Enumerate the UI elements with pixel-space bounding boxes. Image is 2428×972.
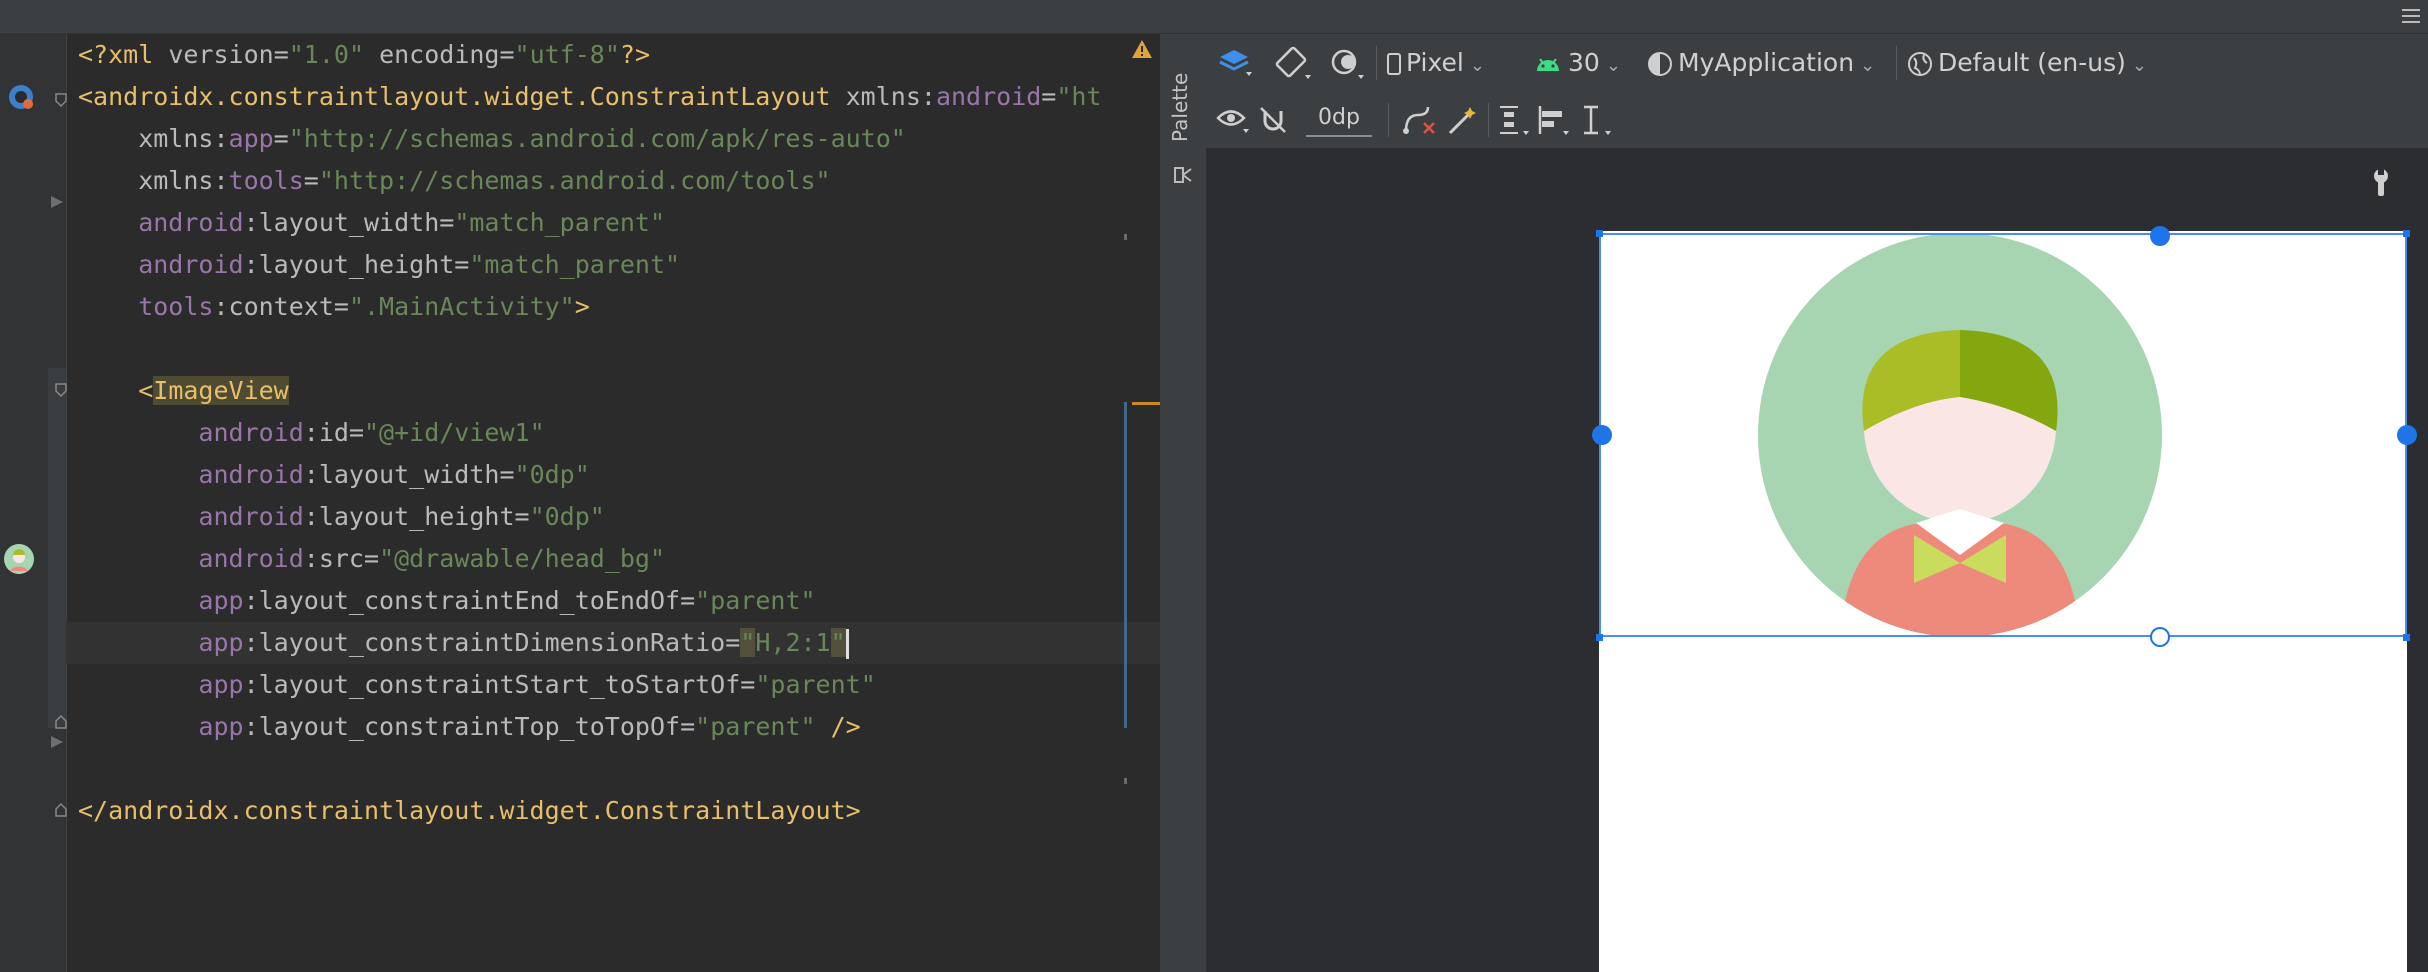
code-line-11[interactable]: android:layout_width="0dp" xyxy=(78,454,589,496)
compose-gutter-icon[interactable] xyxy=(6,82,36,112)
toolbar-separator xyxy=(1388,103,1389,137)
code-line-7[interactable]: tools:context=".MainActivity"> xyxy=(78,286,590,328)
design-toolbar-constraints: 0dp xyxy=(1206,91,2428,149)
chevron-down-icon: ⌄ xyxy=(1605,55,1621,76)
guidelines-icon[interactable] xyxy=(1578,103,1614,139)
api-level-selector[interactable]: 30 ⌄ xyxy=(1534,34,1621,91)
design-canvas[interactable] xyxy=(1206,148,2428,972)
default-margin-field[interactable]: 0dp xyxy=(1306,101,1372,137)
selection-outline xyxy=(1599,233,2407,637)
code-line-16[interactable]: app:layout_constraintStart_toStartOf="pa… xyxy=(78,664,875,706)
top-constraint-handle[interactable] xyxy=(2150,226,2170,246)
code-line-9[interactable]: <ImageView xyxy=(78,370,289,412)
chevron-down-icon: ⌄ xyxy=(2131,55,2148,76)
code-line-4[interactable]: xmlns:tools="http://schemas.android.com/… xyxy=(78,160,830,202)
resize-handle-top-left[interactable] xyxy=(1596,230,1603,237)
code-line-12[interactable]: android:layout_height="0dp" xyxy=(78,496,604,538)
fold-collapse-icon[interactable] xyxy=(54,92,68,108)
palette-tab[interactable]: Palette xyxy=(1168,52,1198,162)
scroll-marker xyxy=(1124,234,1127,240)
code-line-2[interactable]: <androidx.constraintlayout.widget.Constr… xyxy=(78,76,1102,118)
resize-handle-bottom-right[interactable] xyxy=(2403,634,2410,641)
pack-distribute-icon[interactable] xyxy=(1496,103,1532,139)
clear-constraints-icon[interactable] xyxy=(1402,103,1438,137)
resize-handle-top-right[interactable] xyxy=(2403,230,2410,237)
code-line-17[interactable]: app:layout_constraintTop_toTopOf="parent… xyxy=(78,706,860,748)
hamburger-menu-icon[interactable] xyxy=(2400,5,2422,27)
orientation-rotate-icon[interactable] xyxy=(1274,44,1314,82)
drawable-preview-icon[interactable] xyxy=(2,542,36,576)
palette-strip: Palette xyxy=(1160,34,1207,972)
code-line-5[interactable]: android:layout_width="match_parent" xyxy=(78,202,665,244)
run-arrow-icon[interactable] xyxy=(48,194,66,210)
align-left-icon[interactable] xyxy=(1536,103,1572,139)
resize-handle-bottom-left[interactable] xyxy=(1596,634,1603,641)
run-arrow-icon[interactable] xyxy=(48,734,66,750)
phone-icon xyxy=(1387,53,1401,75)
view-options-eye-icon[interactable] xyxy=(1216,105,1252,135)
window-title-bar xyxy=(0,0,2428,34)
android-icon xyxy=(1537,58,1559,71)
fold-expand-icon[interactable] xyxy=(54,714,68,730)
scroll-marker-warning xyxy=(1132,402,1160,405)
night-mode-icon[interactable] xyxy=(1328,46,1368,82)
editor-gutter xyxy=(0,34,67,972)
code-line-6[interactable]: android:layout_height="match_parent" xyxy=(78,244,680,286)
wrench-icon[interactable] xyxy=(2368,168,2394,198)
code-line-13[interactable]: android:src="@drawable/head_bg" xyxy=(78,538,665,580)
code-line-10[interactable]: android:id="@+id/view1" xyxy=(78,412,544,454)
end-constraint-handle[interactable] xyxy=(2397,425,2417,445)
autoconnect-off-icon[interactable] xyxy=(1258,105,1288,135)
toolbar-separator xyxy=(1896,46,1897,80)
text-caret xyxy=(845,629,849,659)
fold-expand-icon[interactable] xyxy=(54,802,68,818)
code-line-14[interactable]: app:layout_constraintEnd_toEndOf="parent… xyxy=(78,580,815,622)
globe-icon xyxy=(1908,52,1932,76)
code-line-1[interactable]: <?xml version="1.0" encoding="utf-8"?> xyxy=(78,34,650,76)
scrollbar-thumb[interactable] xyxy=(1124,402,1127,728)
start-constraint-handle[interactable] xyxy=(1592,425,1612,445)
warning-icon[interactable] xyxy=(1130,38,1154,60)
layout-design-panel: Palette Pixel ⌄ 30 ⌄ MyApplication ⌄ Def… xyxy=(1160,34,2428,972)
code-line-15-current[interactable]: app:layout_constraintDimensionRatio="H,2… xyxy=(66,622,1172,664)
toolbar-separator xyxy=(1488,103,1489,137)
code-line-3[interactable]: xmlns:app="http://schemas.android.com/ap… xyxy=(78,118,906,160)
component-tree-icon[interactable] xyxy=(1172,164,1194,186)
design-toolbar-top: Pixel ⌄ 30 ⌄ MyApplication ⌄ Default (en-us… xyxy=(1206,34,2428,92)
locale-selector[interactable]: Default (en-us) ⌄ xyxy=(1906,34,2147,91)
chevron-down-icon: ⌄ xyxy=(1469,55,1485,76)
scope-highlight xyxy=(48,368,66,728)
infer-constraints-wand-icon[interactable] xyxy=(1446,103,1480,137)
toolbar-separator xyxy=(1376,46,1377,80)
theme-selector[interactable]: MyApplication ⌄ xyxy=(1646,34,1875,91)
chevron-down-icon: ⌄ xyxy=(1860,55,1876,76)
code-lines[interactable]: <?xml version="1.0" encoding="utf-8"?> <… xyxy=(66,34,1172,972)
bottom-constraint-anchor[interactable] xyxy=(2150,627,2170,647)
device-selector[interactable]: Pixel ⌄ xyxy=(1386,34,1485,91)
theme-icon xyxy=(1648,52,1672,76)
fold-collapse-icon[interactable] xyxy=(54,382,68,398)
code-line-19[interactable]: </androidx.constraintlayout.widget.Const… xyxy=(78,790,861,832)
scroll-marker xyxy=(1124,778,1127,784)
design-surface-layers-icon[interactable] xyxy=(1218,46,1254,80)
xml-code-editor[interactable]: <?xml version="1.0" encoding="utf-8"?> <… xyxy=(0,34,1172,972)
